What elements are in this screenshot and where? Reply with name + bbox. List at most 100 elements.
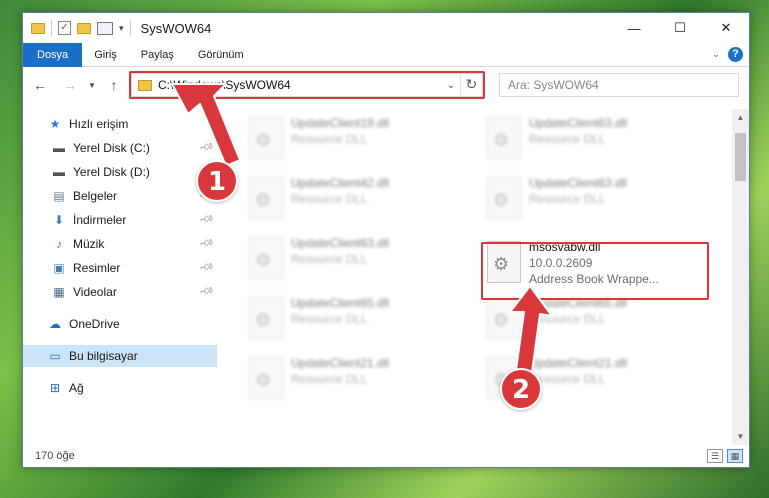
file-name: UpdateClient63.dll [529,116,628,130]
file-description: Resource DLL [529,312,606,326]
dll-file-icon: ⚙ [249,297,283,339]
sidebar-item-videos[interactable]: ▦ Videolar 📌︎ [23,281,217,303]
file-item[interactable]: ⚙ UpdateClient65.dll Resource DLL [243,293,481,343]
pin-icon[interactable]: 📌︎ [198,139,215,155]
customize-toolbar-icon[interactable]: ▾ [119,23,124,34]
sidebar-item-pictures[interactable]: ▣ Resimler 📌︎ [23,257,217,279]
tab-gorunum[interactable]: Görünüm [186,43,256,67]
recent-locations-chevron-icon[interactable]: ▾ [81,74,103,96]
video-icon: ▦ [53,285,65,299]
drive-icon: ▬ [53,141,65,155]
window-title: SysWOW64 [140,20,212,36]
sidebar-item-label: İndirmeler [73,213,127,227]
sidebar-item-label: Hızlı erişim [69,117,129,131]
star-icon: ★ [49,117,61,131]
sidebar-item-quick-access[interactable]: ★ Hızlı erişim [23,113,217,135]
pin-icon[interactable]: 📌︎ [198,283,215,299]
tab-giris[interactable]: Giriş [82,43,129,67]
file-highlight-box [481,242,709,300]
view-buttons: ☰ ▦ [707,449,743,463]
scroll-down-arrow-icon[interactable]: ▼ [732,428,749,445]
pin-icon[interactable]: 📌︎ [198,259,215,275]
step-2-badge: 2 [500,368,542,410]
sidebar-item-label: Müzik [73,237,105,251]
sidebar-item-documents[interactable]: ▤ Belgeler 📌︎ [23,185,217,207]
file-name: UpdateClient63.dll [529,176,628,190]
sidebar-item-music[interactable]: ♪ Müzik 📌︎ [23,233,217,255]
expand-ribbon-chevron-icon[interactable]: ⌄ [712,49,720,60]
sidebar-item-this-pc[interactable]: ▭ Bu bilgisayar [23,345,217,367]
file-item[interactable]: ⚙ UpdateClient63.dll Resource DLL [481,173,719,223]
dll-file-icon: ⚙ [249,357,283,399]
up-arrow-icon[interactable]: ↑ [103,74,125,96]
new-folder-icon[interactable] [77,22,91,34]
sidebar-item-label: Ağ [69,381,84,395]
sidebar-item-network[interactable]: ⊞ Ağ [23,377,217,399]
file-description: Resource DLL [529,372,606,386]
tab-paylas[interactable]: Paylaş [129,43,186,67]
file-description: Resource DLL [291,192,368,206]
sidebar-item-local-disk-d[interactable]: ▬ Yerel Disk (D:) 📌︎ [23,161,217,183]
file-description: Resource DLL [291,132,368,146]
properties-icon[interactable] [97,21,113,35]
maximize-button[interactable]: ☐ [657,13,703,43]
file-item[interactable]: ⚙ UpdateClient63.dll Resource DLL [481,113,719,163]
scroll-up-arrow-icon[interactable]: ▲ [732,109,749,126]
file-description: Resource DLL [291,312,368,326]
dll-file-icon: ⚙ [487,297,521,339]
sidebar-item-onedrive[interactable]: ☁ OneDrive [23,313,217,335]
ribbon-right-controls: ⌄ ? [712,47,743,62]
item-count: 170 öğe [35,450,75,462]
sidebar-item-downloads[interactable]: ⬇ İndirmeler 📌︎ [23,209,217,231]
pin-icon[interactable]: 📌︎ [198,235,215,251]
toolbar-divider [51,20,52,36]
status-bar: 170 öğe ☰ ▦ [23,445,749,467]
sidebar-item-label: Bu bilgisayar [69,349,138,363]
back-arrow-icon[interactable]: ← [29,74,51,96]
minimize-button[interactable]: — [611,13,657,43]
sidebar-item-label: Belgeler [73,189,118,203]
close-button[interactable]: ✕ [703,13,749,43]
sidebar-item-local-disk-c[interactable]: ▬ Yerel Disk (C:) 📌︎ [23,137,217,159]
vertical-scrollbar[interactable]: ▲ ▼ [732,109,749,445]
file-name: UpdateClient19.dll [291,116,390,130]
file-description: Resource DLL [291,252,368,266]
ribbon-tabs: Dosya Giriş Paylaş Görünüm ⌄ ? [23,42,749,67]
file-item[interactable]: ⚙ UpdateClient65.dll Resource DLL [481,293,719,343]
file-name: UpdateClient65.dll [291,296,390,310]
pin-icon[interactable]: 📌︎ [198,211,215,227]
window-controls: — ☐ ✕ [611,13,749,43]
forward-arrow-icon[interactable]: → [59,74,81,96]
file-name: UpdateClient63.dll [291,236,390,250]
toolbar-divider [129,20,131,36]
dll-file-icon: ⚙ [249,237,283,279]
dll-file-icon: ⚙ [487,117,521,159]
file-item[interactable]: ⚙ UpdateClient21.dll Resource DLL [243,353,481,403]
file-item[interactable]: ⚙ UpdateClient42.dll Resource DLL [243,173,481,223]
details-view-icon[interactable]: ☰ [707,449,723,463]
dll-file-icon: ⚙ [249,177,283,219]
file-name: UpdateClient21.dll [529,356,628,370]
pictures-icon: ▣ [53,261,65,275]
search-input[interactable]: Ara: SysWOW64 [499,73,739,97]
properties-check-icon[interactable]: ✓ [58,21,71,35]
navigation-pane: ★ Hızlı erişim ▬ Yerel Disk (C:) 📌︎ ▬ Ye… [23,109,217,445]
documents-icon: ▤ [53,189,65,203]
tab-dosya[interactable]: Dosya [23,42,83,67]
sidebar-item-label: Videolar [73,285,117,299]
help-icon[interactable]: ? [728,47,743,62]
music-icon: ♪ [56,237,62,251]
folder-icon [31,22,45,34]
file-item[interactable]: ⚙ UpdateClient19.dll Resource DLL [243,113,481,163]
address-highlight-box [129,71,485,99]
file-item[interactable]: ⚙ UpdateClient63.dll Resource DLL [243,233,481,283]
sidebar-item-label: Yerel Disk (C:) [73,141,150,155]
explorer-window: ✓ ▾ SysWOW64 — ☐ ✕ Dosya Giriş Paylaş Gö… [22,12,750,468]
step-1-badge: 1 [196,160,238,202]
file-name: UpdateClient21.dll [291,356,390,370]
sidebar-item-label: Yerel Disk (D:) [73,165,150,179]
download-icon: ⬇ [53,213,65,227]
tiles-view-icon[interactable]: ▦ [727,449,743,463]
scroll-thumb[interactable] [735,133,746,181]
file-description: Resource DLL [529,192,606,206]
